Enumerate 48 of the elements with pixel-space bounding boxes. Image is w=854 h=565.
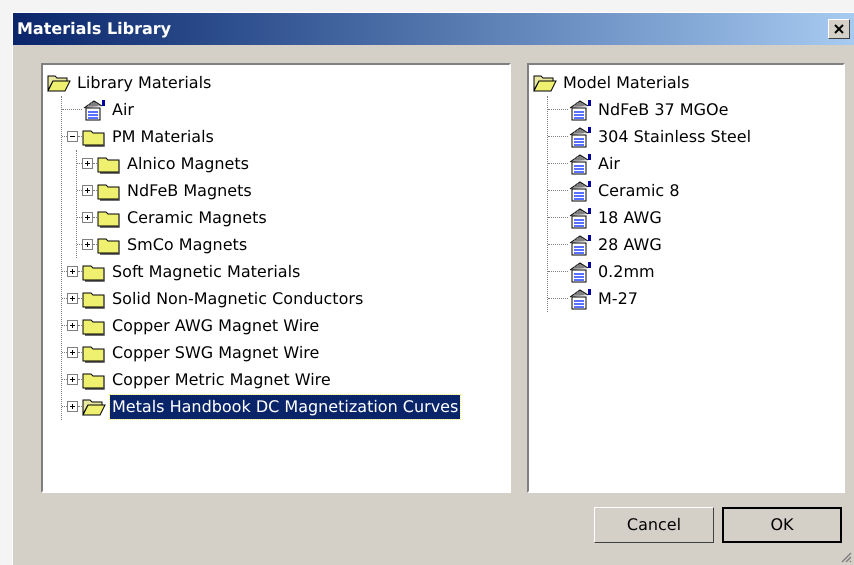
collapse-toggle-icon[interactable] [67, 131, 78, 142]
expand-toggle-icon[interactable] [82, 212, 93, 223]
expand-toggle-icon[interactable] [67, 347, 78, 358]
tree-item[interactable]: 304 Stainless Steel [596, 124, 754, 148]
tree-item[interactable]: NdFeB 37 MGOe [596, 98, 730, 122]
dialog-button[interactable]: Cancel [594, 507, 714, 543]
material-icon [568, 288, 592, 310]
tree-item[interactable]: Solid Non-Magnetic Conductors [110, 286, 366, 310]
material-icon [568, 98, 592, 120]
tree-item[interactable]: SmCo Magnets [125, 232, 250, 256]
material-icon [568, 126, 592, 148]
tree-item[interactable]: 18 AWG [596, 206, 664, 230]
expand-toggle-icon[interactable] [67, 266, 78, 277]
tree-item[interactable]: M-27 [596, 286, 640, 310]
tree-item[interactable]: 0.2mm [596, 260, 657, 284]
window-title: Materials Library [17, 18, 172, 40]
dialog-button[interactable]: OK [722, 507, 842, 543]
tree-item[interactable]: Metals Handbook DC Magnetization Curves [110, 394, 460, 418]
close-icon [834, 24, 844, 34]
expand-toggle-icon[interactable] [67, 401, 78, 412]
tree-item[interactable]: Model Materials [561, 70, 692, 94]
material-icon [82, 98, 106, 120]
material-icon [568, 260, 592, 282]
expand-toggle-icon[interactable] [67, 293, 78, 304]
tree-item[interactable]: NdFeB Magnets [125, 178, 254, 202]
tree-item[interactable]: 28 AWG [596, 232, 664, 256]
tree-item[interactable]: Air [110, 98, 136, 122]
expand-toggle-icon[interactable] [67, 374, 78, 385]
material-icon [568, 152, 592, 174]
resize-grip-icon[interactable] [840, 551, 852, 563]
tree-item[interactable]: Copper SWG Magnet Wire [110, 340, 322, 364]
tree-item[interactable]: Ceramic Magnets [125, 206, 269, 230]
expand-toggle-icon[interactable] [82, 239, 93, 250]
material-icon [568, 180, 592, 202]
material-icon [568, 234, 592, 256]
tree-item[interactable]: Copper AWG Magnet Wire [110, 314, 322, 338]
material-icon [568, 206, 592, 228]
close-button[interactable] [828, 19, 850, 39]
tree-item[interactable]: Copper Metric Magnet Wire [110, 368, 333, 392]
tree-item[interactable]: PM Materials [110, 124, 216, 148]
tree-item[interactable]: Library Materials [75, 70, 214, 94]
tree-item[interactable]: Soft Magnetic Materials [110, 260, 302, 284]
expand-toggle-icon[interactable] [67, 320, 78, 331]
tree-item[interactable]: Ceramic 8 [596, 178, 682, 202]
expand-toggle-icon[interactable] [82, 158, 93, 169]
expand-toggle-icon[interactable] [82, 185, 93, 196]
tree-item[interactable]: Air [596, 152, 622, 176]
tree-item[interactable]: Alnico Magnets [125, 152, 252, 176]
